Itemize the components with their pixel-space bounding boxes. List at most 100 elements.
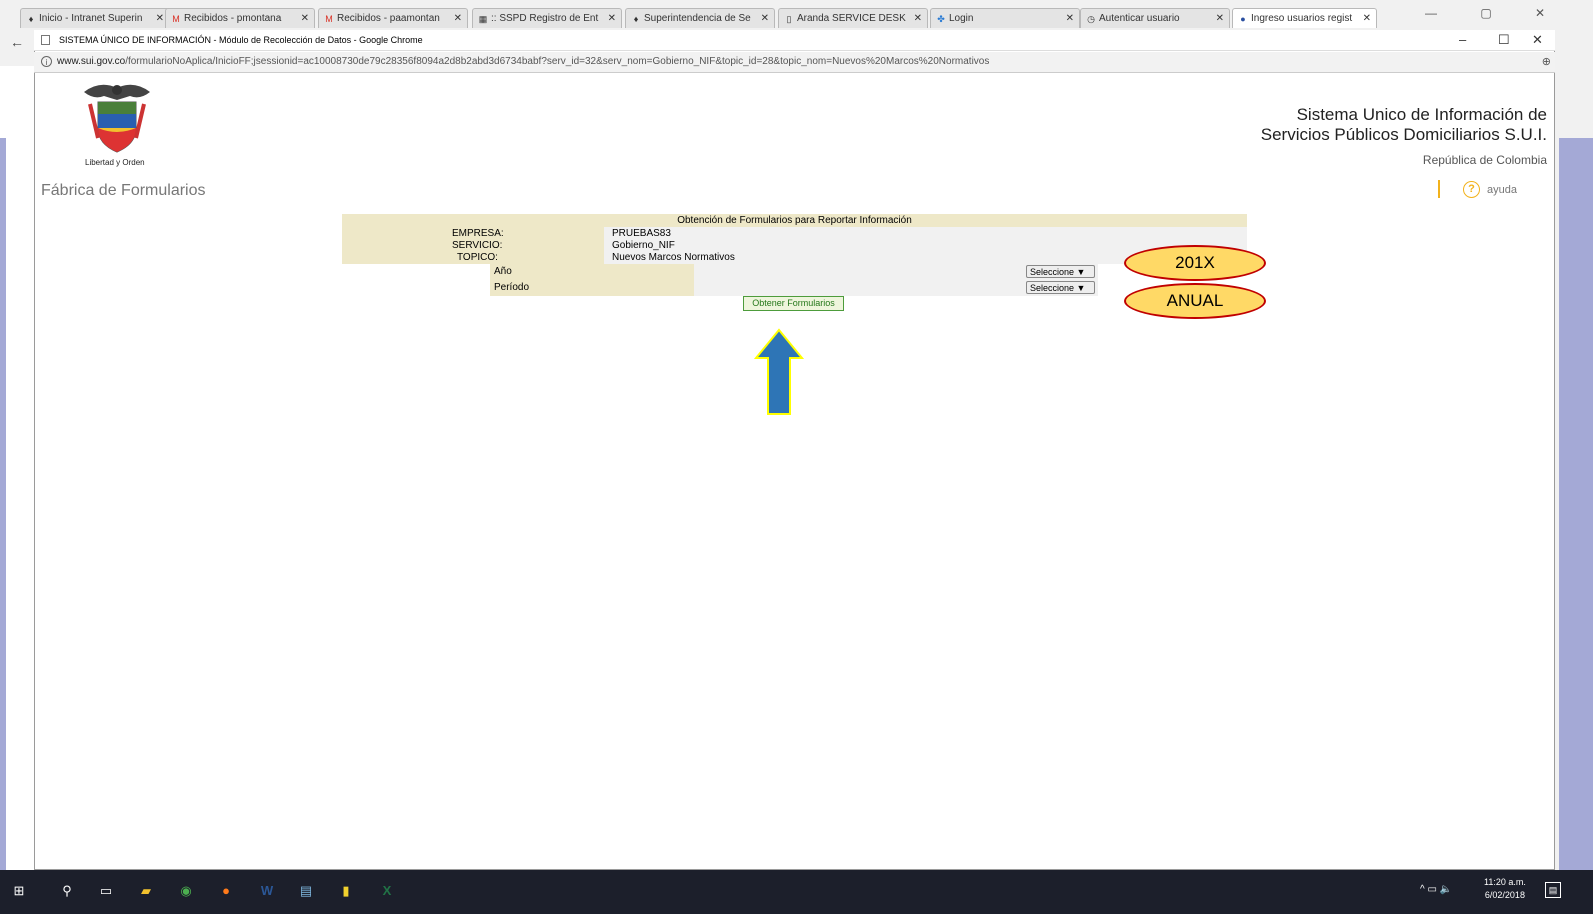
page-icon: ▯ [786,14,792,24]
anio-label: Año [494,266,512,277]
anio-select[interactable]: Seleccione ▼ [1026,265,1095,278]
popup-title-bar: SISTEMA ÚNICO DE INFORMACIÓN - Módulo de… [34,30,1555,51]
tab-label: Autenticar usuario [1099,13,1180,24]
tab-label: Aranda SERVICE DESK [797,13,906,24]
sui-title-line1: Sistema Unico de Información de [1296,105,1547,124]
anio-select-cell: Seleccione ▼ [694,264,1098,280]
browser-tab[interactable]: ✤ Login ✕ [930,8,1080,28]
close-tab-icon[interactable]: ✕ [156,9,164,28]
chevron-down-icon: ▼ [1076,283,1086,293]
system-tray[interactable]: ^ ▭ 🔈 [1420,884,1452,895]
periodo-label: Período [494,282,530,293]
intranet-icon: ♦ [28,14,34,24]
clock[interactable]: 11:20 a.m. 6/02/2018 [1484,876,1526,902]
empresa-value: PRUEBAS83 [612,228,671,239]
word-icon[interactable]: W [258,882,276,900]
clock-time: 11:20 a.m. [1484,877,1526,887]
close-tab-icon[interactable]: ✕ [914,9,922,28]
country-label: República de Colombia [1422,153,1547,167]
browser-tab[interactable]: M Recibidos - paamontan ✕ [318,8,468,28]
minimize-icon[interactable]: – [1459,30,1466,50]
close-icon[interactable]: ✕ [1532,30,1543,50]
zoom-icon[interactable]: ⊕ [1542,52,1551,72]
form-title: Obtención de Formularios para Reportar I… [677,215,912,226]
back-arrow-icon[interactable]: ← [10,34,24,50]
file-explorer-icon[interactable]: ▰ [137,882,155,900]
browser-tab[interactable]: ♦ Inicio - Intranet Superin ✕ [20,8,170,28]
help-divider [1438,180,1440,198]
browser-tab[interactable]: M Recibidos - pmontana ✕ [165,8,315,28]
topico-label: TOPICO: [457,252,498,263]
close-tab-icon[interactable]: ✕ [608,9,616,28]
close-tab-icon[interactable]: ✕ [761,9,769,28]
url-text: www.sui.gov.co/formularioNoAplica/Inicio… [57,56,990,67]
tab-label: Inicio - Intranet Superin [39,13,143,24]
background-page-edge-left [0,138,6,870]
login-icon: ✤ [937,14,945,24]
servicio-label: SERVICIO: [452,240,503,251]
periodo-select-cell: Seleccione ▼ [694,280,1098,296]
tab-label: Recibidos - pmontana [184,13,282,24]
gmail-icon: M [325,14,333,24]
close-tab-icon[interactable]: ✕ [454,9,462,28]
chrome-icon[interactable]: ◉ [177,882,195,900]
anio-select-value: Seleccione [1030,267,1075,277]
periodo-hint-callout: ANUAL [1124,283,1266,319]
sticky-notes-icon[interactable]: ▮ [337,882,355,900]
help-icon[interactable]: ? [1463,181,1480,198]
gmail-icon: M [172,14,180,24]
app-icon[interactable]: ▤ [297,882,315,900]
crest-caption: Libertad y Orden [85,158,145,167]
form-header: Obtención de Formularios para Reportar I… [342,214,1247,227]
tab-label: Recibidos - paamontan [337,13,440,24]
close-tab-icon[interactable]: ✕ [1066,9,1074,28]
sspd-icon: ▦ [478,14,488,24]
background-window-controls[interactable]: — ▢ ✕ [1425,6,1565,20]
periodo-select[interactable]: Seleccione ▼ [1026,281,1095,294]
periodo-select-value: Seleccione [1030,283,1075,293]
section-title: Fábrica de Formularios [41,182,206,199]
background-page-edge-right [1559,138,1593,870]
close-tab-icon[interactable]: ✕ [1363,9,1371,28]
anio-hint-callout: 201X [1124,245,1266,281]
obtener-formularios-button[interactable]: Obtener Formularios [743,296,844,311]
form-info-labels: EMPRESA: SERVICIO: TOPICO: [342,227,604,264]
browser-tab[interactable]: ♦ Superintendencia de Se ✕ [625,8,775,28]
tab-label: :: SSPD Registro de Ent [491,13,599,24]
empresa-label: EMPRESA: [452,228,504,239]
browser-tab[interactable]: ▦:: SSPD Registro de Ent ✕ [472,8,622,28]
windows-start-icon[interactable]: ⊞ [10,882,28,900]
page-icon [41,35,50,45]
firefox-icon[interactable]: ● [217,882,235,900]
chevron-down-icon: ▼ [1076,267,1086,277]
clock-icon: ◷ [1087,14,1095,24]
help-link[interactable]: ayuda [1487,184,1517,196]
user-icon: ● [1240,14,1246,24]
colombia-crest-logo [84,84,150,153]
topico-value: Nuevos Marcos Normativos [612,252,735,263]
info-icon[interactable]: i [41,56,52,67]
tab-label: Ingreso usuarios regist [1251,13,1353,24]
clock-date: 6/02/2018 [1484,890,1525,900]
notification-icon[interactable]: ▤ [1545,882,1561,898]
periodo-label-cell: Período [490,280,694,296]
popup-window [34,30,1555,870]
close-tab-icon[interactable]: ✕ [1216,9,1224,28]
popup-title: SISTEMA ÚNICO DE INFORMACIÓN - Módulo de… [59,35,423,45]
task-view-icon[interactable]: ▭ [97,882,115,900]
address-bar[interactable]: i www.sui.gov.co/formularioNoAplica/Inic… [34,52,1555,73]
close-tab-icon[interactable]: ✕ [301,9,309,28]
intranet-icon: ♦ [633,14,639,24]
tab-label: Superintendencia de Se [644,13,751,24]
up-arrow-icon [754,328,804,415]
servicio-value: Gobierno_NIF [612,240,675,251]
browser-tab[interactable]: ▯ Aranda SERVICE DESK ✕ [778,8,928,28]
taskbar: ⊞ ⚲ ▭ ▰ ◉ ● W ▤ ▮ X ^ ▭ 🔈 11:20 a.m. 6/0… [0,870,1593,914]
excel-icon[interactable]: X [378,882,396,900]
browser-tab-active[interactable]: ● Ingreso usuarios regist ✕ [1232,8,1377,28]
tab-label: Login [949,13,974,24]
sui-title-line2: Servicios Públicos Domiciliarios S.U.I. [1260,125,1547,144]
maximize-icon[interactable]: ☐ [1498,30,1510,50]
search-icon[interactable]: ⚲ [58,882,76,900]
browser-tab[interactable]: ◷ Autenticar usuario ✕ [1080,8,1230,28]
